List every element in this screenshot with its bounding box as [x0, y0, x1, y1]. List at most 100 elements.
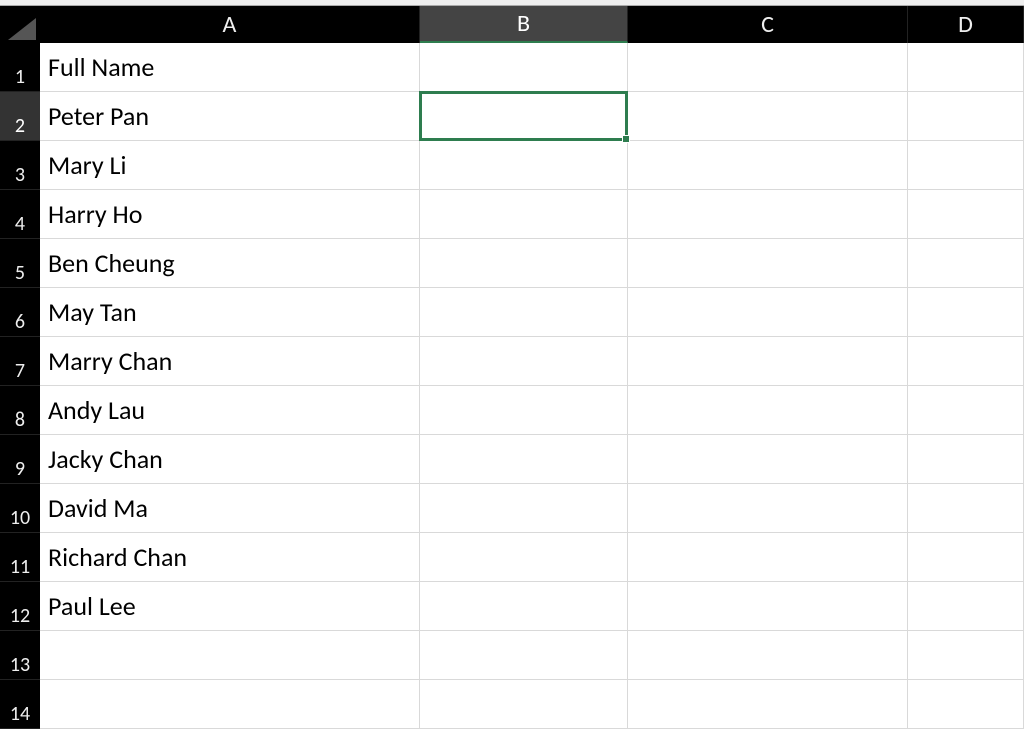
cell-A6[interactable]: May Tan	[40, 288, 420, 337]
column-header-label: D	[958, 10, 973, 39]
cell-C14[interactable]	[628, 680, 908, 729]
cell-D1[interactable]	[908, 43, 1024, 92]
column-header-B[interactable]: B	[420, 6, 628, 43]
cell-C10[interactable]	[628, 484, 908, 533]
cell-D13[interactable]	[908, 631, 1024, 680]
row-header-8[interactable]: 8	[0, 386, 40, 435]
cell-A3[interactable]: Mary Li	[40, 141, 420, 190]
row-header-label: 10	[10, 506, 30, 530]
cell-D9[interactable]	[908, 435, 1024, 484]
cell-text: Andy Lau	[48, 394, 145, 426]
cell-B6[interactable]	[420, 288, 628, 337]
cell-B14[interactable]	[420, 680, 628, 729]
cell-D12[interactable]	[908, 582, 1024, 631]
row-header-label: 6	[15, 310, 25, 334]
cell-text: Mary Li	[48, 149, 126, 181]
row-header-label: 11	[10, 555, 30, 579]
cell-text: Full Name	[48, 51, 154, 83]
cell-A8[interactable]: Andy Lau	[40, 386, 420, 435]
cell-text: Peter Pan	[48, 100, 149, 132]
row-header-7[interactable]: 7	[0, 337, 40, 386]
row-header-6[interactable]: 6	[0, 288, 40, 337]
cell-D7[interactable]	[908, 337, 1024, 386]
row-header-12[interactable]: 12	[0, 582, 40, 631]
row-header-label: 13	[10, 653, 30, 677]
cell-D10[interactable]	[908, 484, 1024, 533]
cell-text: Marry Chan	[48, 345, 172, 377]
cell-D6[interactable]	[908, 288, 1024, 337]
cell-A4[interactable]: Harry Ho	[40, 190, 420, 239]
cell-B2[interactable]	[420, 92, 628, 141]
cell-C11[interactable]	[628, 533, 908, 582]
row-header-1[interactable]: 1	[0, 43, 40, 92]
column-header-D[interactable]: D	[908, 6, 1024, 43]
row-header-label: 14	[10, 702, 30, 726]
cell-text: Richard Chan	[48, 541, 187, 573]
cell-C4[interactable]	[628, 190, 908, 239]
cell-C13[interactable]	[628, 631, 908, 680]
cell-C6[interactable]	[628, 288, 908, 337]
row-header-14[interactable]: 14	[0, 680, 40, 729]
column-header-label: B	[517, 9, 530, 38]
cell-text: Harry Ho	[48, 198, 142, 230]
cell-B8[interactable]	[420, 386, 628, 435]
cell-B1[interactable]	[420, 43, 628, 92]
cell-C3[interactable]	[628, 141, 908, 190]
cell-D14[interactable]	[908, 680, 1024, 729]
row-header-10[interactable]: 10	[0, 484, 40, 533]
cell-A7[interactable]: Marry Chan	[40, 337, 420, 386]
cell-D2[interactable]	[908, 92, 1024, 141]
cell-C1[interactable]	[628, 43, 908, 92]
cell-A5[interactable]: Ben Cheung	[40, 239, 420, 288]
cell-B3[interactable]	[420, 141, 628, 190]
select-all-corner[interactable]	[0, 6, 40, 43]
cell-A12[interactable]: Paul Lee	[40, 582, 420, 631]
cell-D5[interactable]	[908, 239, 1024, 288]
cell-C8[interactable]	[628, 386, 908, 435]
column-header-label: A	[223, 10, 237, 39]
spreadsheet: ABCD 1234567891011121314 Full NamePeter …	[0, 0, 1024, 729]
cell-C7[interactable]	[628, 337, 908, 386]
row-header-11[interactable]: 11	[0, 533, 40, 582]
row-header-label: 3	[15, 163, 25, 187]
cell-B11[interactable]	[420, 533, 628, 582]
cell-D4[interactable]	[908, 190, 1024, 239]
cell-B7[interactable]	[420, 337, 628, 386]
cell-A9[interactable]: Jacky Chan	[40, 435, 420, 484]
row-header-13[interactable]: 13	[0, 631, 40, 680]
row-header-9[interactable]: 9	[0, 435, 40, 484]
row-header-label: 7	[15, 359, 25, 383]
cell-B9[interactable]	[420, 435, 628, 484]
cell-B10[interactable]	[420, 484, 628, 533]
cell-A10[interactable]: David Ma	[40, 484, 420, 533]
column-header-C[interactable]: C	[628, 6, 908, 43]
cell-D3[interactable]	[908, 141, 1024, 190]
row-header-4[interactable]: 4	[0, 190, 40, 239]
cell-B13[interactable]	[420, 631, 628, 680]
column-header-label: C	[761, 10, 774, 39]
cell-C12[interactable]	[628, 582, 908, 631]
cell-A1[interactable]: Full Name	[40, 43, 420, 92]
cell-B4[interactable]	[420, 190, 628, 239]
row-header-5[interactable]: 5	[0, 239, 40, 288]
cell-A13[interactable]	[40, 631, 420, 680]
cell-C2[interactable]	[628, 92, 908, 141]
cell-C5[interactable]	[628, 239, 908, 288]
cell-D11[interactable]	[908, 533, 1024, 582]
cell-D8[interactable]	[908, 386, 1024, 435]
cell-B5[interactable]	[420, 239, 628, 288]
column-header-A[interactable]: A	[40, 6, 420, 43]
row-header-label: 12	[10, 604, 30, 628]
cell-A2[interactable]: Peter Pan	[40, 92, 420, 141]
cell-C9[interactable]	[628, 435, 908, 484]
row-header-label: 2	[15, 114, 25, 138]
row-header-3[interactable]: 3	[0, 141, 40, 190]
cell-A11[interactable]: Richard Chan	[40, 533, 420, 582]
cell-B12[interactable]	[420, 582, 628, 631]
row-header-2[interactable]: 2	[0, 92, 40, 141]
cell-A14[interactable]	[40, 680, 420, 729]
cell-text: May Tan	[48, 296, 137, 328]
cell-text: Ben Cheung	[48, 247, 175, 279]
cell-text: Paul Lee	[48, 590, 136, 622]
row-header-label: 1	[15, 65, 25, 89]
